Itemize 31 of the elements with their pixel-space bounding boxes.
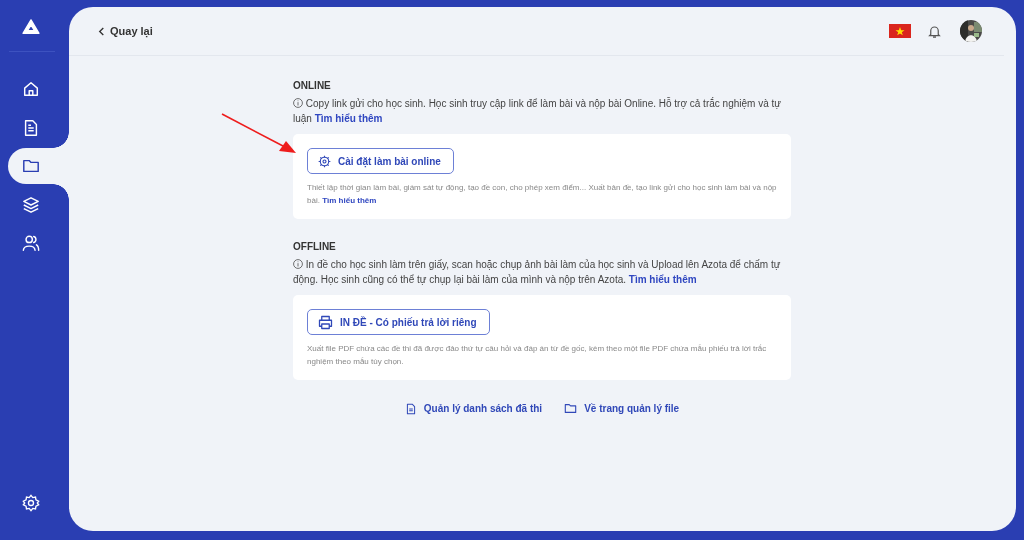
section-title: OFFLINE: [293, 241, 337, 252]
section-description: Copy link gửi cho học sinh. Học sinh truy cập link để làm bài và nộp bài Online. Hỗ trợ cả trắc nghiệm và tự luận Tìm hiểu thêm: [293, 96, 782, 126]
option-description: Xuất file PDF chứa các đề thi đã được đảo thứ tự câu hỏi và đáp án từ đề gốc, kèm theo một file PDF chứa mẫu phiếu trả lời trắc nghiệm theo mẫu tùy chọn.: [307, 343, 768, 368]
printer-icon: [318, 314, 333, 330]
folder-icon: [564, 402, 578, 415]
chevron-left-icon: [97, 26, 106, 36]
option-button[interactable]: IN ĐỀ - Có phiếu trả lời riêng: [307, 309, 490, 335]
learn-more-link[interactable]: Tìm hiểu thêm: [322, 196, 377, 205]
info-icon: [293, 259, 303, 269]
info-icon: [293, 98, 303, 108]
users-icon: [22, 234, 40, 252]
option-button[interactable]: Cài đặt làm bài online: [307, 148, 454, 174]
footer-link[interactable]: Về trang quản lý file: [564, 402, 680, 415]
section-description: In đề cho học sinh làm trên giấy, scan hoặc chụp ảnh bài làm của học sinh và Upload lên Azota để chấm tự động. Học sinh cũng có thể tự chụp lại bài làm của mình và nộp trên Azota. Tìm hiểu thêm: [293, 258, 782, 287]
section-title: ONLINE: [293, 80, 332, 91]
layers-icon: [22, 195, 40, 214]
document-icon: [404, 402, 417, 415]
back-label: Quay lại: [110, 25, 153, 37]
folder-icon: [22, 157, 40, 175]
footer-link[interactable]: Quản lý danh sách đã thi: [404, 402, 543, 415]
logo-icon[interactable]: [22, 19, 40, 35]
home-icon: [22, 80, 40, 98]
option-description: Thiết lập thời gian làm bài, giám sát tự động, tạo đề con, cho phép xem điểm... Xuất bản đề, tạo link gửi cho học sinh làm bài và nộp bài. Tìm hiểu thêm: [307, 182, 777, 207]
gear-icon: [318, 154, 331, 168]
flag-icon[interactable]: [889, 24, 911, 38]
bell-icon[interactable]: [927, 23, 942, 39]
back-link[interactable]: Quay lại: [97, 25, 153, 37]
settings-icon[interactable]: [22, 494, 40, 512]
learn-more-link[interactable]: Tìm hiểu thêm: [628, 274, 697, 285]
document-icon: [22, 118, 40, 137]
learn-more-link[interactable]: Tìm hiểu thêm: [314, 113, 383, 124]
